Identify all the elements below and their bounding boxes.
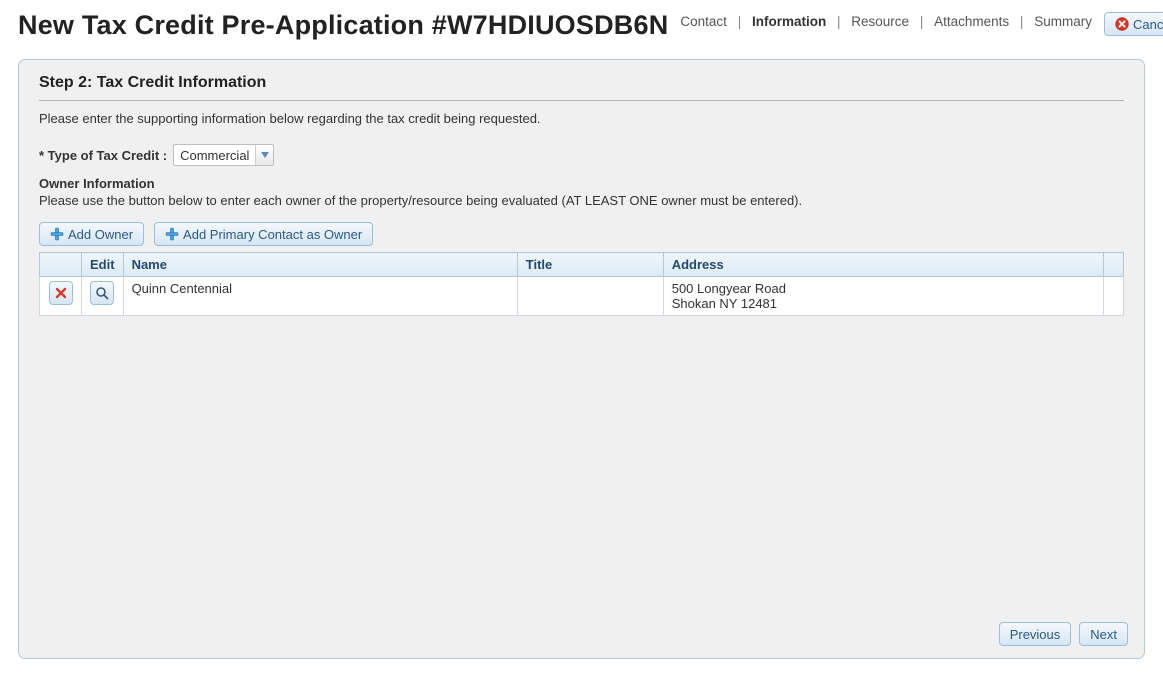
cell-address: 500 Longyear Road Shokan NY 12481 <box>663 277 1103 316</box>
col-edit: Edit <box>82 253 124 277</box>
cell-title <box>517 277 663 316</box>
add-owner-button[interactable]: Add Owner <box>39 222 144 246</box>
cell-delete <box>40 277 82 316</box>
delete-icon <box>54 286 68 300</box>
tab-information[interactable]: Information <box>750 14 828 29</box>
tab-summary[interactable]: Summary <box>1032 14 1094 29</box>
delete-row-button[interactable] <box>49 281 73 305</box>
tax-credit-selected: Commercial <box>174 145 255 165</box>
step-instruction: Please enter the supporting information … <box>39 111 1124 126</box>
chevron-down-icon <box>255 145 273 165</box>
cell-spacer <box>1104 277 1124 316</box>
wizard-tabs: Contact | Information | Resource | Attac… <box>678 14 1094 29</box>
add-owner-label: Add Owner <box>68 228 133 241</box>
tab-attachments[interactable]: Attachments <box>932 14 1011 29</box>
owner-buttons: Add Owner Add Primary Contact as Owner <box>39 222 1124 246</box>
nav-separator: | <box>832 14 846 29</box>
header-row: New Tax Credit Pre-Application #W7HDIUOS… <box>18 10 1145 41</box>
edit-row-button[interactable] <box>90 281 114 305</box>
form-panel: Step 2: Tax Credit Information Please en… <box>18 59 1145 659</box>
divider <box>39 100 1124 101</box>
page-title: New Tax Credit Pre-Application #W7HDIUOS… <box>18 10 668 41</box>
add-primary-contact-button[interactable]: Add Primary Contact as Owner <box>154 222 373 246</box>
col-address: Address <box>663 253 1103 277</box>
tab-resource[interactable]: Resource <box>849 14 911 29</box>
table-row: Quinn Centennial 500 Longyear Road Shoka… <box>40 277 1124 316</box>
address-line2: Shokan NY 12481 <box>672 296 1095 311</box>
col-spacer <box>1104 253 1124 277</box>
previous-button[interactable]: Previous <box>999 622 1072 646</box>
cell-name: Quinn Centennial <box>123 277 517 316</box>
header-actions: Cancel ? <box>1104 12 1163 36</box>
nav-separator: | <box>733 14 747 29</box>
step-title: Step 2: Tax Credit Information <box>39 74 1124 92</box>
cancel-icon <box>1115 17 1129 31</box>
tab-contact[interactable]: Contact <box>678 14 729 29</box>
table-header-row: Edit Name Title Address <box>40 253 1124 277</box>
col-title: Title <box>517 253 663 277</box>
next-button[interactable]: Next <box>1079 622 1128 646</box>
cell-edit <box>82 277 124 316</box>
plus-icon <box>165 227 179 241</box>
nav-separator: | <box>1015 14 1029 29</box>
plus-icon <box>50 227 64 241</box>
tax-credit-select[interactable]: Commercial <box>173 144 274 166</box>
col-name: Name <box>123 253 517 277</box>
owner-heading: Owner Information <box>39 176 1124 191</box>
tax-credit-row: * Type of Tax Credit : Commercial <box>39 144 1124 166</box>
owner-instruction: Please use the button below to enter eac… <box>39 193 839 208</box>
col-delete <box>40 253 82 277</box>
add-primary-label: Add Primary Contact as Owner <box>183 228 362 241</box>
nav-separator: | <box>915 14 929 29</box>
cancel-label: Cancel <box>1133 18 1163 31</box>
cancel-button[interactable]: Cancel <box>1104 12 1163 36</box>
tax-credit-label: * Type of Tax Credit : <box>39 148 167 163</box>
search-icon <box>95 286 109 300</box>
owners-table: Edit Name Title Address <box>39 252 1124 316</box>
address-line1: 500 Longyear Road <box>672 281 1095 296</box>
footer-buttons: Previous Next <box>999 622 1128 646</box>
